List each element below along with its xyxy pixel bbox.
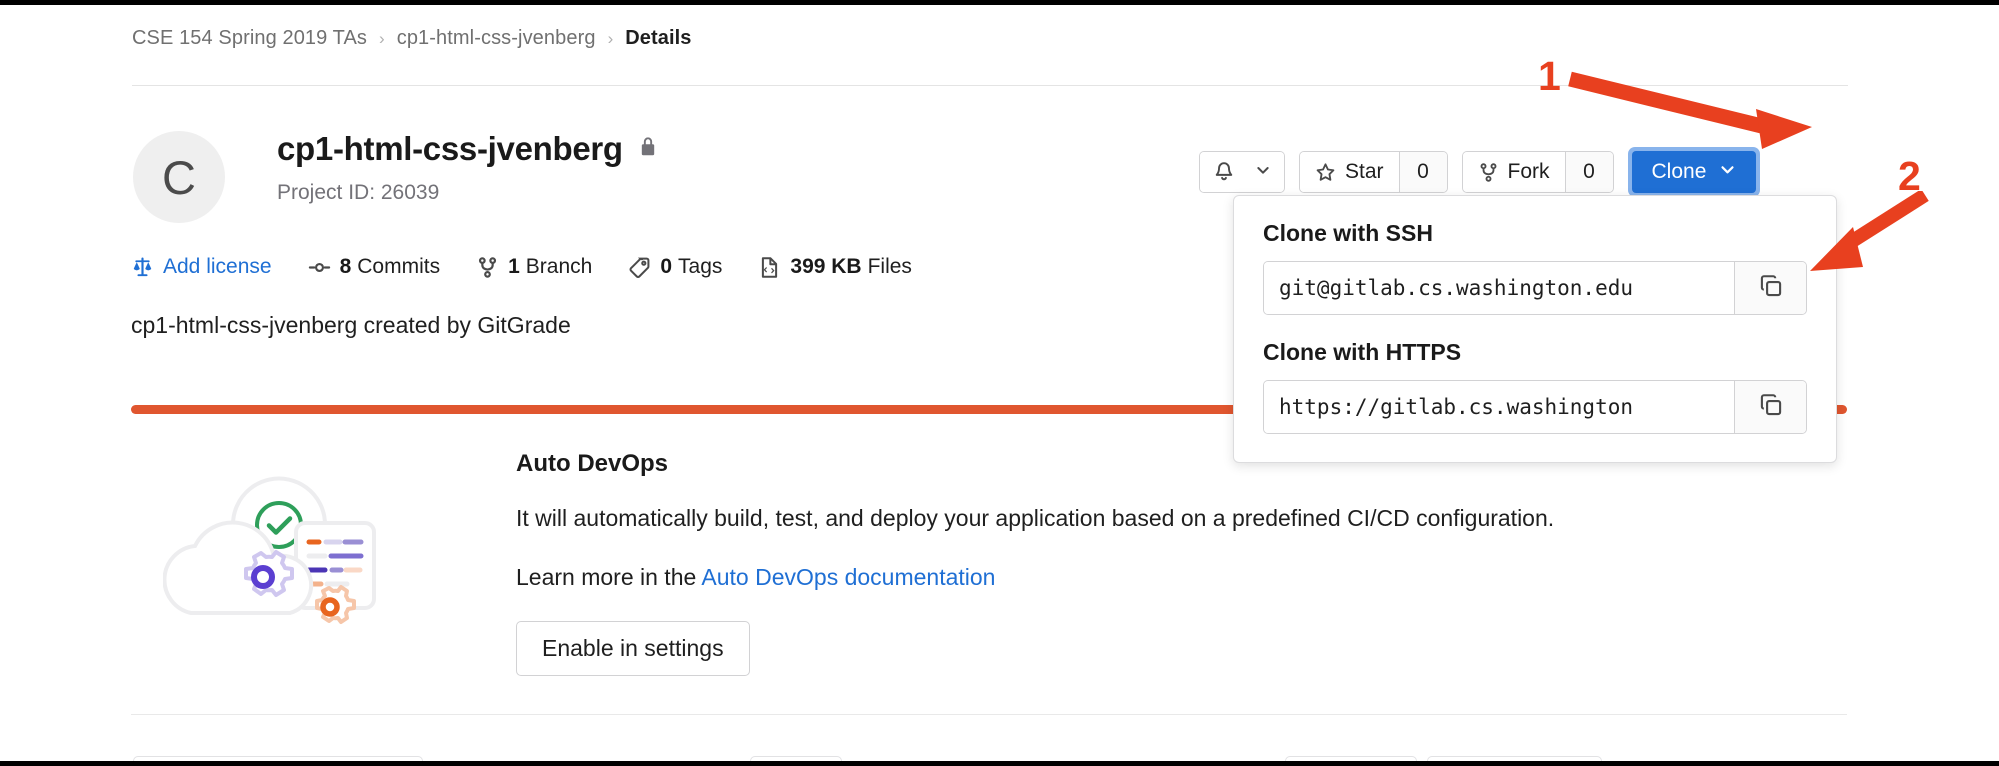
copy-icon	[1758, 392, 1784, 423]
project-title-row: cp1-html-css-jvenberg	[277, 130, 659, 168]
clone-https-row: https://gitlab.cs.washington	[1263, 380, 1807, 434]
stat-add-license[interactable]: Add license	[131, 255, 272, 279]
branch-icon	[476, 256, 499, 279]
star-icon	[1315, 162, 1336, 183]
fork-icon	[1478, 162, 1499, 183]
stat-value: 1	[508, 255, 520, 278]
bell-icon	[1213, 161, 1235, 183]
tag-icon	[628, 256, 651, 279]
clone-ssh-row: git@gitlab.cs.washington.edu	[1263, 261, 1807, 315]
clone-https-label: Clone with HTTPS	[1263, 339, 1462, 365]
notification-dropdown[interactable]	[1199, 151, 1285, 193]
learn-more-prefix: Learn more in the	[516, 564, 702, 590]
https-url-input[interactable]: https://gitlab.cs.washington	[1264, 381, 1734, 433]
breadcrumb-separator: ›	[607, 28, 614, 48]
fork-count[interactable]: 0	[1564, 152, 1613, 192]
annotation-number-2: 2	[1898, 153, 1921, 199]
stat-label[interactable]: Add license	[163, 255, 272, 279]
stat-value: 0	[660, 255, 673, 278]
copy-icon	[1758, 273, 1784, 304]
auto-devops-illustration	[162, 453, 381, 633]
stat-branches[interactable]: 1 Branch	[476, 255, 592, 279]
auto-devops-documentation-link[interactable]: Auto DevOps documentation	[701, 564, 995, 590]
star-button-group[interactable]: Star 0	[1299, 151, 1448, 193]
bottom-widget-right-a[interactable]	[1285, 756, 1417, 761]
star-button[interactable]: Star	[1300, 152, 1399, 192]
project-avatar: C	[133, 131, 225, 223]
enable-in-settings-button[interactable]: Enable in settings	[516, 621, 750, 676]
project-stats: Add license 8 Commits 1 Branch 0 Tags 39…	[131, 255, 948, 279]
stat-label: Commits	[357, 255, 441, 278]
star-label: Star	[1345, 160, 1384, 183]
clone-label: Clone	[1651, 160, 1707, 183]
chevron-down-icon	[1255, 160, 1271, 184]
bottom-widget-right-b[interactable]	[1427, 756, 1602, 761]
annotation-arrow-1	[1568, 71, 1812, 149]
auto-devops-description: It will automatically build, test, and d…	[516, 505, 1555, 531]
clone-button[interactable]: Clone	[1631, 151, 1757, 193]
breadcrumb-item-group[interactable]: CSE 154 Spring 2019 TAs	[132, 27, 367, 50]
project-id: Project ID: 26039	[277, 181, 440, 204]
ssh-url-input[interactable]: git@gitlab.cs.washington.edu	[1264, 262, 1734, 314]
fork-button-group[interactable]: Fork 0	[1461, 151, 1614, 193]
stat-label: Files	[867, 255, 912, 278]
gitlab-project-details-page: CSE 154 Spring 2019 TAs › cp1-html-css-j…	[0, 0, 1999, 766]
auto-devops-learn-more: Learn more in the Auto DevOps documentat…	[516, 564, 1554, 591]
breadcrumb: CSE 154 Spring 2019 TAs › cp1-html-css-j…	[132, 27, 692, 50]
annotation-number-1: 1	[1538, 53, 1561, 99]
breadcrumb-separator: ›	[379, 28, 385, 48]
page-title: cp1-html-css-jvenberg	[277, 130, 623, 167]
stat-commits[interactable]: 8 Commits	[308, 255, 441, 279]
stat-tags[interactable]: 0 Tags	[628, 255, 722, 279]
auto-devops-content: Auto DevOps It will automatically build,…	[516, 450, 1554, 676]
notification-button[interactable]	[1200, 152, 1284, 192]
stat-value: 8	[339, 255, 352, 278]
project-actions: Star 0 Fork 0 Clone	[1199, 147, 1761, 197]
bottom-widget-left[interactable]	[133, 756, 423, 761]
lock-icon	[637, 135, 659, 164]
commit-icon	[308, 256, 331, 279]
section-divider	[131, 714, 1847, 715]
chevron-down-icon	[1719, 160, 1736, 184]
fork-label: Fork	[1507, 160, 1550, 183]
star-count[interactable]: 0	[1398, 152, 1447, 192]
project-description: cp1-html-css-jvenberg created by GitGrad…	[131, 312, 571, 338]
file-code-icon	[758, 256, 781, 279]
fork-button[interactable]: Fork	[1462, 152, 1565, 192]
license-icon	[131, 256, 154, 279]
stat-repository-size: 399 KB Files	[758, 255, 912, 279]
clone-ssh-label: Clone with SSH	[1263, 220, 1433, 246]
stat-value: 399 KB	[790, 255, 862, 278]
breadcrumb-item-project[interactable]: cp1-html-css-jvenberg	[397, 27, 596, 50]
header-divider	[132, 85, 1848, 86]
clone-dropdown-panel: Clone with SSH git@gitlab.cs.washington.…	[1233, 195, 1837, 463]
clone-button-focus-ring: Clone	[1627, 147, 1761, 197]
stat-label: Branch	[525, 255, 593, 278]
https-copy-button[interactable]	[1734, 381, 1806, 433]
bottom-widget-middle[interactable]	[750, 756, 842, 761]
breadcrumb-item-details: Details	[625, 27, 692, 49]
ssh-copy-button[interactable]	[1734, 262, 1806, 314]
stat-label: Tags	[678, 255, 723, 278]
